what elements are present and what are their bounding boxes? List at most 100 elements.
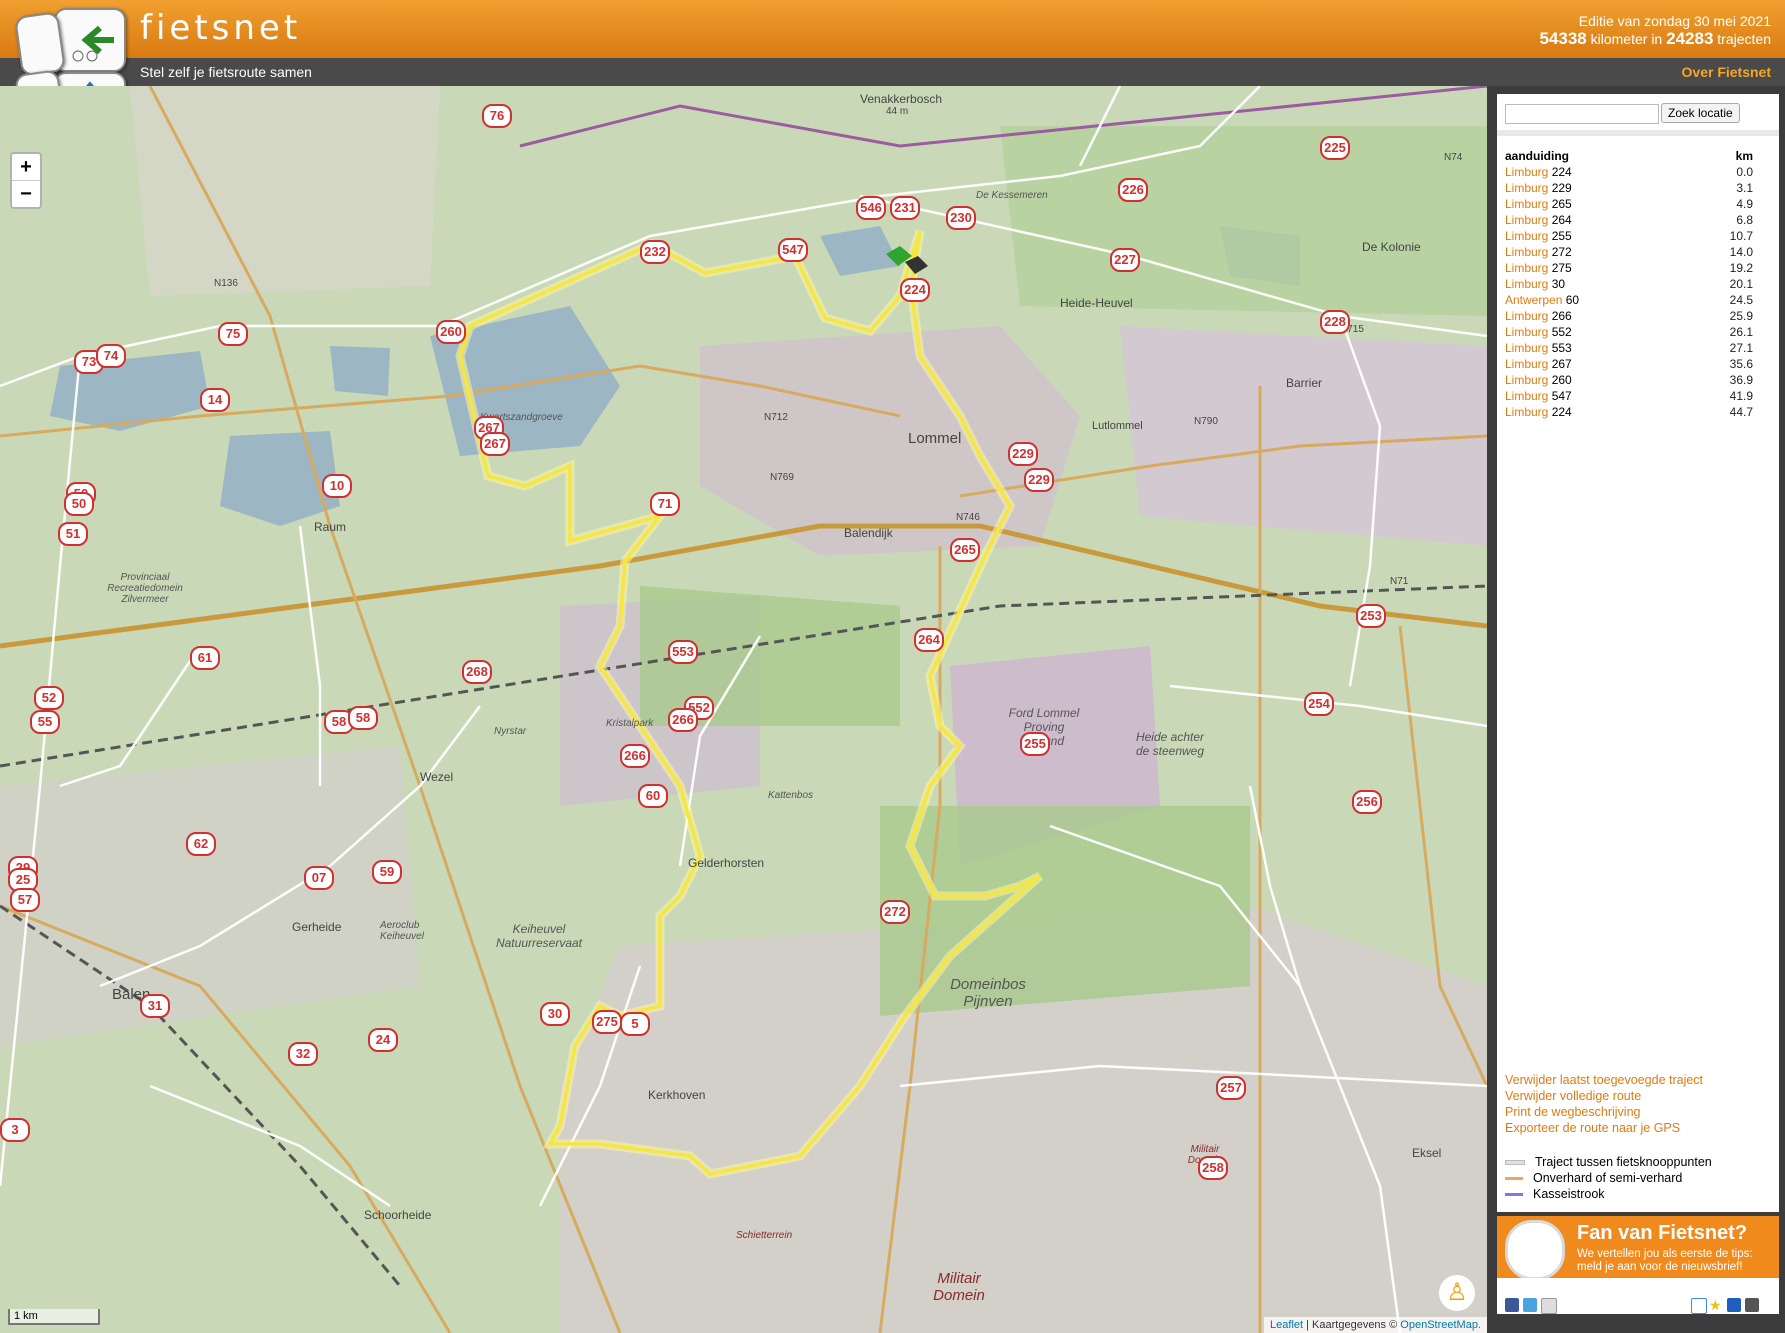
row-node: 260 [1551,373,1572,387]
print-directions-link[interactable]: Print de wegbeschrijving [1505,1104,1703,1120]
row-province[interactable]: Limburg [1505,389,1548,403]
node-marker[interactable]: 255 [1020,732,1050,756]
row-province[interactable]: Limburg [1505,405,1548,419]
zoom-out-button[interactable]: − [12,181,40,207]
row-province[interactable]: Limburg [1505,277,1548,291]
node-marker[interactable]: 232 [640,240,670,264]
search-input[interactable] [1505,104,1659,124]
row-province[interactable]: Limburg [1505,357,1548,371]
node-marker[interactable]: 264 [914,628,944,652]
node-marker[interactable]: 61 [190,646,220,670]
remove-last-segment-link[interactable]: Verwijder laatst toegevoegde traject [1505,1072,1703,1088]
node-marker[interactable]: 50 [64,492,94,516]
app-logo[interactable]: fietsnet [140,8,301,48]
node-marker[interactable]: 76 [482,104,512,128]
banner-text: We vertellen jou als eerste de tips: mel… [1577,1248,1753,1274]
remove-route-link[interactable]: Verwijder volledige route [1505,1088,1703,1104]
node-marker[interactable]: 224 [900,278,930,302]
osm-link[interactable]: OpenStreetMap. [1400,1319,1481,1331]
node-marker[interactable]: 260 [436,320,466,344]
legend-label: Onverhard of semi-verhard [1533,1171,1683,1185]
node-marker[interactable]: 14 [200,388,230,412]
google-icon[interactable] [1691,1298,1707,1314]
node-marker[interactable]: 256 [1352,790,1382,814]
row-province[interactable]: Limburg [1505,229,1548,243]
node-marker[interactable]: 07 [304,866,334,890]
row-province[interactable]: Limburg [1505,245,1548,259]
twitter-icon[interactable] [1523,1298,1537,1312]
node-marker[interactable]: 51 [58,522,88,546]
digg-icon[interactable] [1745,1298,1759,1312]
node-marker[interactable]: 58 [348,706,378,730]
row-province[interactable]: Limburg [1505,261,1548,275]
node-marker[interactable]: 32 [288,1042,318,1066]
node-marker[interactable]: 10 [322,474,352,498]
delicious-icon[interactable] [1727,1298,1741,1312]
node-marker[interactable]: 71 [650,492,680,516]
node-marker[interactable]: 226 [1118,178,1148,202]
node-marker[interactable]: 258 [1198,1156,1228,1180]
export-gps-link[interactable]: Exporteer de route naar je GPS [1505,1120,1703,1136]
row-province[interactable]: Limburg [1505,213,1548,227]
node-marker[interactable]: 229 [1008,442,1038,466]
node-marker[interactable]: 3 [0,1118,30,1142]
row-province[interactable]: Limburg [1505,197,1548,211]
node-marker[interactable]: 275 [592,1010,622,1034]
node-marker[interactable]: 257 [1216,1076,1246,1100]
star-icon[interactable]: ★ [1709,1298,1723,1312]
node-marker[interactable]: 57 [10,888,40,912]
node-marker[interactable]: 30 [540,1002,570,1026]
node-marker[interactable]: 62 [186,832,216,856]
map[interactable]: Venakkerbosch 44 m De Kessemeren De Kolo… [0,86,1487,1333]
node-marker[interactable]: 55 [30,710,60,734]
label-lommel: Lommel [908,430,962,447]
label-n712: N712 [764,412,788,423]
row-km: 27.1 [1729,341,1753,355]
node-marker[interactable]: 74 [96,344,126,368]
node-marker[interactable]: 254 [1304,692,1334,716]
facebook-icon[interactable] [1505,1298,1519,1312]
node-marker[interactable]: 268 [462,660,492,684]
node-marker[interactable]: 265 [950,538,980,562]
node-marker[interactable]: 228 [1320,310,1350,334]
bike-back-tile-icon[interactable] [54,8,126,72]
node-marker[interactable]: 225 [1320,136,1350,160]
row-node: 264 [1551,213,1572,227]
node-marker[interactable]: 546 [856,196,886,220]
node-marker[interactable]: 231 [890,196,920,220]
node-marker[interactable]: 24 [368,1028,398,1052]
route-table: aanduiding km Limburg 224 0.0 Limburg 229 3… [1505,148,1767,420]
node-marker[interactable]: 266 [668,708,698,732]
streetview-pegman-icon[interactable]: ♙ [1439,1275,1475,1311]
node-marker[interactable]: 547 [778,238,808,262]
row-province[interactable]: Limburg [1505,309,1548,323]
node-marker[interactable]: 60 [638,784,668,808]
node-marker[interactable]: 31 [140,994,170,1018]
row-province[interactable]: Limburg [1505,181,1548,195]
row-province[interactable]: Limburg [1505,165,1548,179]
node-marker[interactable]: 230 [946,206,976,230]
row-province[interactable]: Antwerpen [1505,293,1562,307]
node-marker[interactable]: 227 [1110,248,1140,272]
leaflet-link[interactable]: Leaflet [1270,1319,1303,1331]
zoom-in-button[interactable]: + [12,154,40,181]
search-location-button[interactable]: Zoek locatie [1661,103,1740,123]
node-marker[interactable]: 266 [620,744,650,768]
row-province[interactable]: Limburg [1505,341,1548,355]
node-marker[interactable]: 229 [1024,468,1054,492]
node-marker[interactable]: 5 [620,1012,650,1036]
row-km: 6.8 [1736,213,1753,227]
node-marker[interactable]: 272 [880,900,910,924]
node-marker[interactable]: 59 [372,860,402,884]
node-marker[interactable]: 253 [1356,604,1386,628]
node-marker[interactable]: 75 [218,322,248,346]
tagline: Stel zelf je fietsroute samen [140,64,312,80]
about-link[interactable]: Over Fietsnet [1682,64,1771,80]
row-province[interactable]: Limburg [1505,373,1548,387]
node-marker[interactable]: 553 [668,640,698,664]
node-marker[interactable]: 267 [480,432,510,456]
node-marker[interactable]: 52 [34,686,64,710]
email-icon[interactable] [1541,1298,1557,1314]
newsletter-banner[interactable]: Fan van Fietsnet? We vertellen jou als e… [1497,1216,1779,1280]
row-province[interactable]: Limburg [1505,325,1548,339]
